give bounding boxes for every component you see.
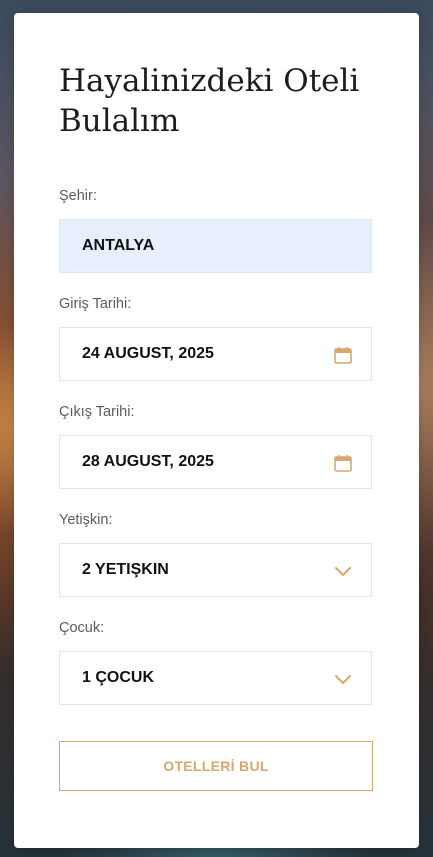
checkin-date-field[interactable]: 24 AUGUST, 2025	[59, 327, 372, 381]
city-field[interactable]: ANTALYA	[59, 219, 372, 273]
calendar-icon[interactable]	[333, 453, 353, 473]
checkout-date-field[interactable]: 28 AUGUST, 2025	[59, 435, 372, 489]
chevron-down-icon[interactable]	[333, 561, 353, 581]
page-title: Hayalinizdeki Oteli Bulalım	[59, 63, 360, 139]
checkin-date-value: 24 AUGUST, 2025	[82, 345, 214, 362]
adults-select[interactable]: 2 YETIŞKIN	[59, 543, 372, 597]
children-value: 1 ÇOCUK	[82, 669, 155, 686]
calendar-icon[interactable]	[333, 345, 353, 365]
chevron-down-icon[interactable]	[333, 669, 353, 689]
children-label: Çocuk:	[59, 620, 105, 636]
hotel-search-card: Hayalinizdeki Oteli Bulalım Şehir: ANTAL…	[14, 13, 419, 848]
city-value: ANTALYA	[82, 237, 155, 254]
children-select[interactable]: 1 ÇOCUK	[59, 651, 372, 705]
checkout-date-value: 28 AUGUST, 2025	[82, 453, 214, 470]
adults-value: 2 YETIŞKIN	[82, 561, 169, 578]
find-hotels-button[interactable]: OTELLERİ BUL	[59, 741, 373, 791]
adults-label: Yetişkin:	[59, 512, 113, 528]
checkin-label: Giriş Tarihi:	[59, 296, 132, 312]
city-label: Şehir:	[59, 188, 97, 204]
checkout-label: Çıkış Tarihi:	[59, 404, 135, 420]
